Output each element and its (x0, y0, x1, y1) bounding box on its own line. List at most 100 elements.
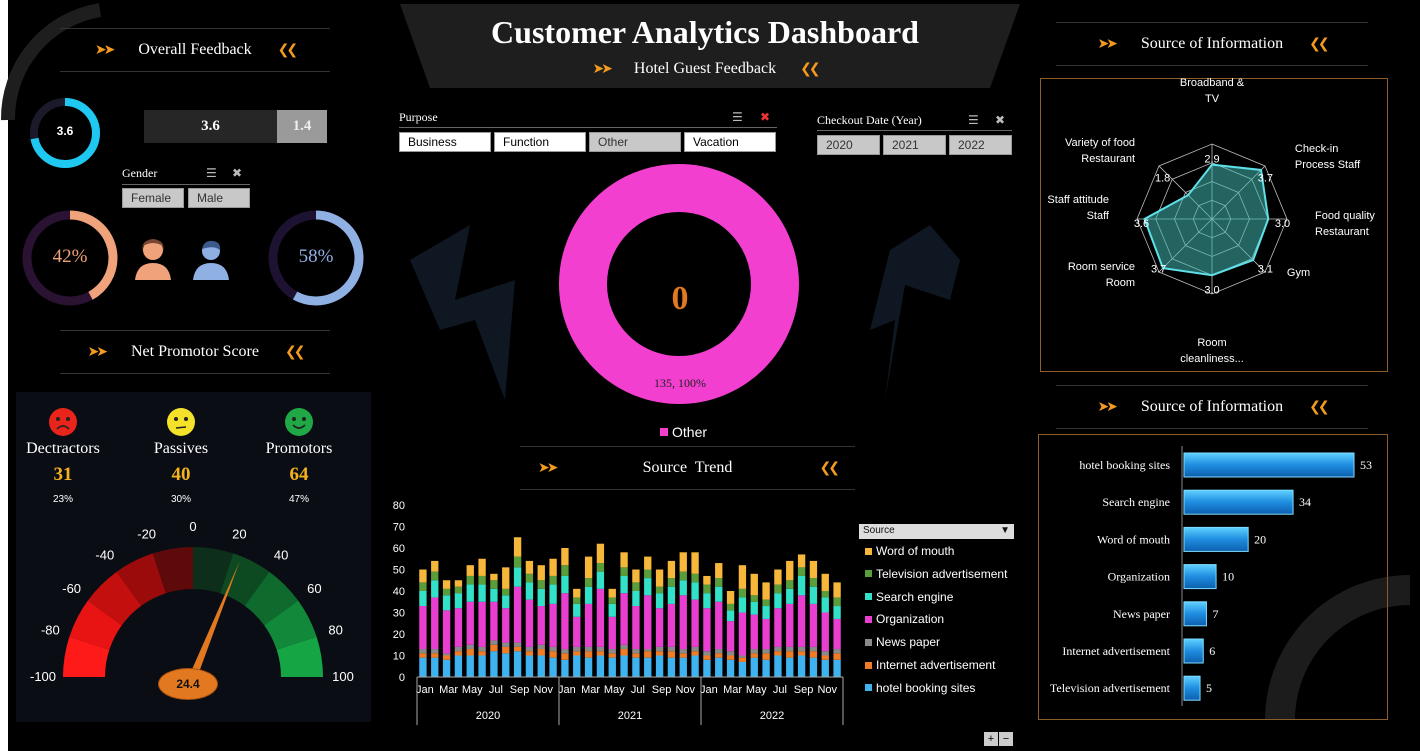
gauge-tick-label: 80 (328, 623, 342, 638)
trend-bar-segment (821, 659, 829, 677)
section-title: Source of Information (1140, 398, 1284, 415)
zoom-out-button[interactable]: − (999, 732, 1013, 746)
trend-bar-segment (596, 563, 605, 572)
section-title: Overall Feedback (138, 41, 252, 58)
x-month-label: Mar (581, 684, 600, 696)
trend-bar-segment (478, 646, 486, 652)
nps-group-count: 31 (53, 464, 73, 485)
trend-bar-segment (632, 569, 640, 583)
y-tick-label: 20 (393, 629, 405, 641)
trend-bar-segment (442, 655, 451, 660)
trend-bar-segment (809, 657, 818, 677)
purpose-option-button[interactable]: Business (399, 132, 491, 152)
trend-bar-segment (667, 651, 676, 658)
source-info-bar-chart: 53 hotel booking sites 34 Search engine 20 Wo… (1050, 446, 1372, 706)
trend-bar-segment (608, 597, 616, 604)
gauge-tick-label: -80 (41, 623, 60, 638)
source-bar-value: 34 (1299, 495, 1311, 509)
purpose-option-button[interactable]: Other (589, 132, 681, 152)
trend-bar-segment (762, 618, 770, 650)
y-tick-label: 80 (393, 500, 405, 512)
multi-select-icon[interactable]: ☰ (206, 166, 217, 180)
checkout-year-button[interactable]: 2020 (817, 135, 880, 155)
trend-bar-segment (490, 601, 498, 641)
gauge-tick-label: -20 (137, 526, 156, 541)
clear-filter-icon[interactable]: ✖ (995, 113, 1005, 127)
x-month-label: Jul (489, 684, 503, 696)
multi-select-icon[interactable]: ☰ (732, 110, 743, 124)
trend-bar-segment (419, 582, 427, 591)
radar-axis-label: Room cleanliness... (1180, 337, 1244, 365)
trend-bar-segment (691, 552, 699, 574)
trend-bar-segment (833, 659, 841, 677)
y-tick-label: 70 (393, 522, 405, 534)
trend-bar-segment (454, 651, 463, 656)
trend-bar-segment (490, 640, 498, 645)
trend-bar-segment (809, 651, 818, 658)
purpose-option-button[interactable]: Vacation (684, 132, 776, 152)
trend-bar-segment (454, 608, 463, 647)
purpose-option-button[interactable]: Function (494, 132, 586, 152)
trend-bar-segment (809, 603, 818, 647)
trend-bar-segment (620, 567, 628, 576)
section-title: Net Promotor Score (131, 343, 259, 360)
trend-bar-segment (786, 657, 794, 677)
trend-bar-segment (726, 603, 735, 611)
trend-bar-segment (620, 575, 628, 594)
checkout-year-button[interactable]: 2022 (949, 135, 1012, 155)
trend-bar-segment (667, 657, 676, 677)
trend-bar-segment (478, 651, 486, 656)
trend-bar-segment (513, 586, 522, 643)
trend-bar-segment (750, 653, 758, 658)
trend-bar-segment (833, 653, 841, 660)
checkout-year-button[interactable]: 2021 (883, 135, 946, 155)
dashboard-subtitle: Hotel Guest Feedback (633, 60, 777, 77)
trend-bar-segment (632, 591, 640, 607)
x-month-label: Sep (652, 684, 672, 696)
trend-bar-segment (478, 575, 486, 585)
trend-bar-segment (442, 588, 451, 596)
gauge-value: 24.4 (158, 668, 218, 700)
trend-bar-segment (466, 644, 474, 650)
trend-bar-segment (608, 616, 616, 650)
trend-bar-segment (655, 608, 664, 647)
trend-bar-segment (738, 655, 747, 658)
male-percent: 58% (298, 246, 334, 267)
trend-bar-segment (632, 657, 640, 677)
gauge-tick-label: 100 (332, 669, 354, 684)
trend-bar-segment (573, 597, 581, 604)
clear-filter-icon[interactable]: ✖ (232, 166, 242, 180)
trend-bar-segment (561, 565, 569, 576)
trend-bar-segment (715, 657, 723, 677)
multi-select-icon[interactable]: ☰ (968, 113, 979, 127)
trend-bar-segment (715, 563, 723, 579)
legend-filter-dropdown[interactable]: Source ▼ (859, 524, 1014, 539)
gender-male-button[interactable]: Male (188, 188, 250, 208)
legend-swatch (865, 615, 872, 623)
source-bar-value: 10 (1222, 570, 1234, 584)
trend-bar-segment (762, 599, 770, 607)
chevron-right-icon: ➤➤ (592, 61, 613, 77)
trend-bar-segment (549, 646, 557, 652)
gender-female-button[interactable]: Female (122, 188, 184, 208)
clear-filter-icon[interactable]: ✖ (760, 110, 770, 124)
trend-bar-segment (809, 560, 818, 579)
zoom-in-button[interactable]: + (984, 732, 998, 746)
sad-face-icon (49, 408, 77, 436)
nps-group-label: Dectractors (26, 440, 100, 457)
trend-bar-segment (525, 651, 534, 656)
source-category-label: Television advertisement (1050, 681, 1171, 695)
radar-axis-label: Broadband & TV (1180, 78, 1245, 105)
trend-bar-segment (750, 573, 758, 596)
trend-bar-segment (478, 584, 486, 602)
trend-bar-segment (726, 659, 735, 677)
x-month-label: May (746, 684, 767, 696)
trend-bar-segment (502, 595, 510, 609)
trend-bar-segment (797, 646, 806, 652)
trend-bar-segment (833, 606, 841, 619)
trend-bar-segment (525, 655, 534, 677)
legend-label: Search engine (876, 589, 954, 604)
trend-bar-segment (655, 655, 664, 677)
source-bar (1183, 638, 1204, 664)
trend-bar-segment (596, 646, 605, 652)
